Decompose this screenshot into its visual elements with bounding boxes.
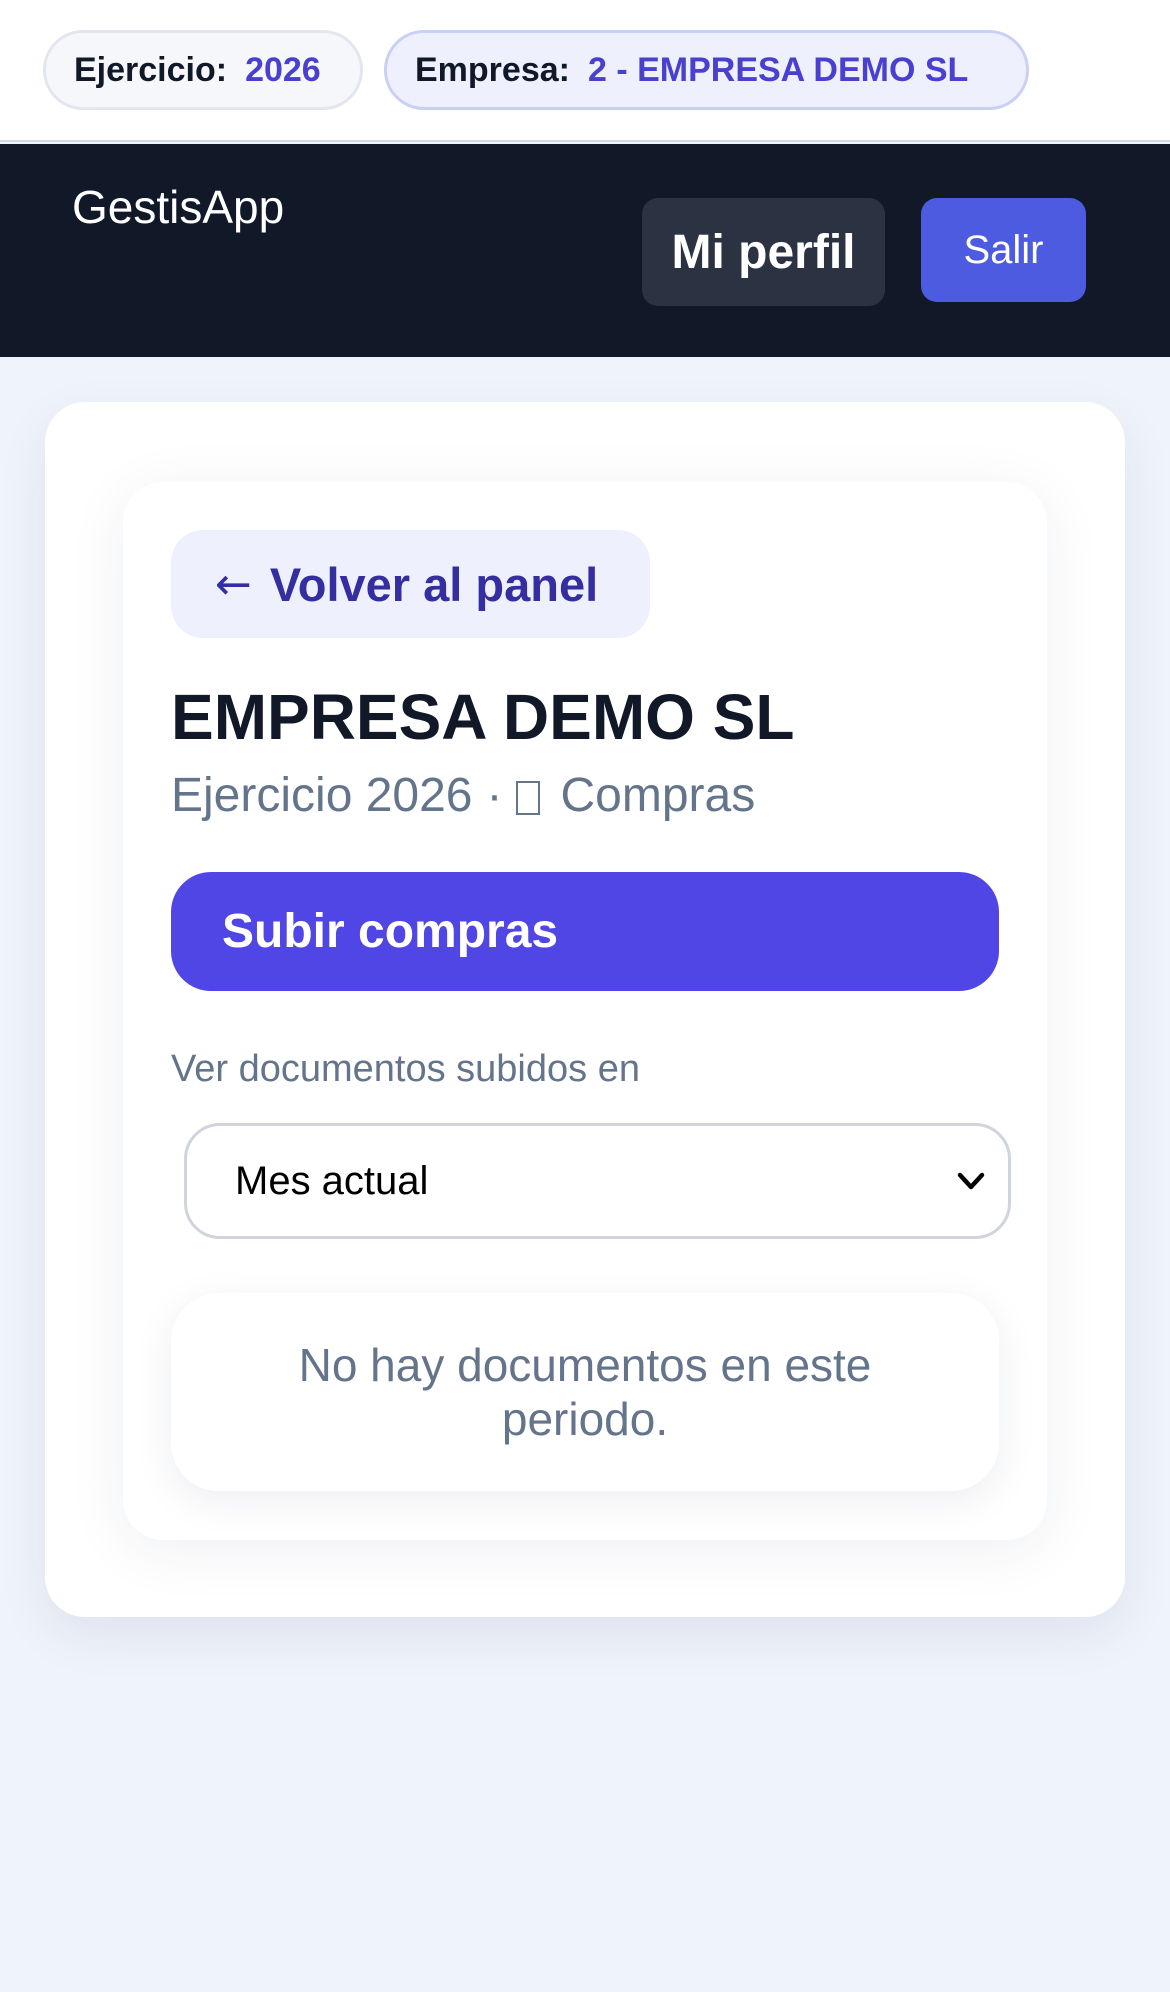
brand-logo[interactable]: GestisApp — [72, 180, 284, 234]
empty-state-message: No hay documentos en este periodo. — [298, 1339, 872, 1445]
ejercicio-label: Ejercicio: — [74, 50, 228, 89]
back-to-panel-button[interactable]: ← Volver al panel — [171, 530, 650, 638]
profile-button[interactable]: Mi perfil — [642, 198, 885, 306]
page-title: EMPRESA DEMO SL — [171, 681, 795, 753]
main-container: ← Volver al panel EMPRESA DEMO SL Ejerci… — [45, 402, 1125, 1617]
missing-glyph-icon — [516, 780, 541, 815]
purchases-card: ← Volver al panel EMPRESA DEMO SL Ejerci… — [123, 482, 1047, 1540]
ejercicio-value: 2026 — [245, 50, 321, 89]
logout-button[interactable]: Salir — [921, 198, 1086, 302]
upload-purchases-button[interactable]: Subir compras — [171, 872, 999, 991]
subtitle-separator: · — [486, 769, 503, 822]
period-filter-label: Ver documentos subidos en — [171, 1048, 640, 1090]
chevron-down-icon — [957, 1172, 985, 1190]
empresa-label: Empresa: — [415, 50, 570, 89]
context-bar: Ejercicio: 2026 Empresa: 2 - EMPRESA DEM… — [0, 0, 1170, 142]
empresa-pill[interactable]: Empresa: 2 - EMPRESA DEMO SL — [384, 30, 1029, 110]
empty-state: No hay documentos en este periodo. — [171, 1293, 999, 1491]
ejercicio-pill[interactable]: Ejercicio: 2026 — [43, 30, 363, 110]
back-button-label: Volver al panel — [269, 557, 599, 611]
empresa-value: 2 - EMPRESA DEMO SL — [587, 50, 969, 89]
arrow-left-icon: ← — [215, 558, 252, 610]
subtitle-year: Ejercicio 2026 — [171, 769, 473, 822]
navbar: GestisApp Mi perfil Salir — [0, 144, 1170, 357]
subtitle-section: Compras — [560, 769, 756, 822]
period-select-value: Mes actual — [235, 1158, 429, 1203]
period-select[interactable]: Mes actual — [184, 1123, 1011, 1239]
page-subtitle: Ejercicio 2026 · Compras — [171, 768, 755, 823]
